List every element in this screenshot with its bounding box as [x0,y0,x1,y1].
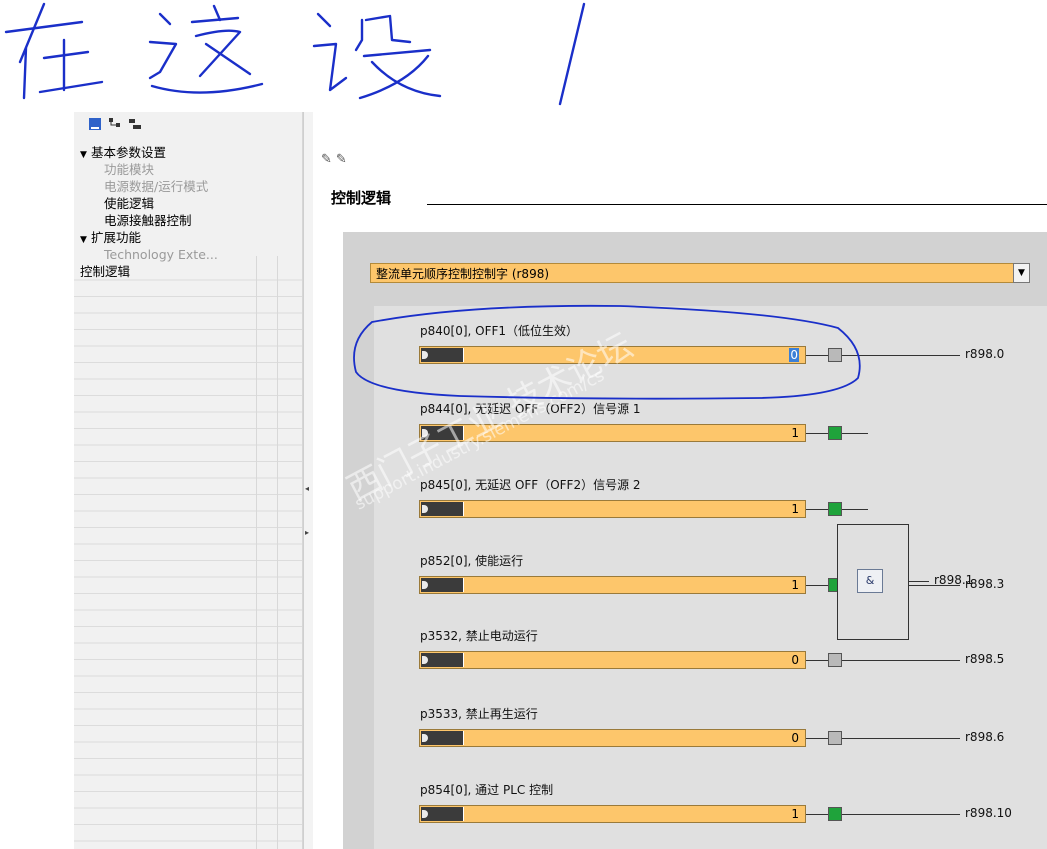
chevron-down-icon[interactable]: ▼ [1013,263,1030,283]
signal-line [806,738,828,739]
connector-value[interactable]: 0 [789,348,799,362]
tree-item-contactor-control[interactable]: 电源接触器控制 [80,212,270,229]
status-indicator [828,348,842,362]
hierarchy-icon[interactable] [108,116,122,130]
connector-input[interactable]: 0 [419,729,806,747]
title-underline [427,204,1047,205]
edit-toolbar: ✎✎ [321,152,351,167]
connector-button-icon[interactable] [421,807,464,821]
connector-value[interactable]: 0 [791,653,799,667]
connector-value[interactable]: 1 [791,502,799,516]
connector-button-icon[interactable] [421,731,464,745]
connector-value[interactable]: 1 [791,578,799,592]
param-label: p854[0], 通过 PLC 控制 [420,783,554,797]
connector-input[interactable]: 0 [419,651,806,669]
signal-line [842,355,960,356]
tree-item-label: 使能逻辑 [104,196,155,211]
tree-item-function-modules[interactable]: 功能模块 [80,161,270,178]
connector-input[interactable]: 1 [419,805,806,823]
device-icon[interactable] [88,116,102,130]
signal-line [842,814,960,815]
page-title: 控制逻辑 [331,189,392,207]
status-indicator [828,502,842,516]
tree-item-label: 功能模块 [104,162,155,177]
connector-button-icon[interactable] [421,653,464,667]
pencil-edit-icon[interactable]: ✎ [336,152,351,167]
signal-line [806,814,828,815]
handwritten-annotation [4,2,586,106]
network-icon[interactable] [128,116,142,130]
signal-line [842,660,960,661]
expand-triangle-icon[interactable]: ▼ [80,147,91,164]
output-label: r898.6 [965,730,1005,744]
connector-value[interactable]: 0 [791,731,799,745]
control-word-select-value: 整流单元顺序控制控制字 (r898) [376,267,550,281]
signal-line [806,355,828,356]
signal-line [842,433,868,434]
tree-item-power-data[interactable]: 电源数据/运行模式 [80,178,270,195]
param-label: p3533, 禁止再生运行 [420,707,538,721]
tree-grid [74,264,302,849]
pencil-icon[interactable]: ✎ [321,152,336,167]
param-label: p845[0], 无延迟 OFF（OFF2）信号源 2 [420,478,641,492]
connector-value[interactable]: 1 [791,807,799,821]
param-label: p840[0], OFF1（低位生效） [420,324,579,338]
collapse-left-arrow-icon[interactable]: ◂ [305,484,309,493]
output-label: r898.1 [934,573,974,587]
logic-frame: 整流单元顺序控制控制字 (r898) ▼ p840[0], OFF1（低位生效）… [343,232,1047,849]
tree-item-enable-logic[interactable]: 使能逻辑 [80,195,270,212]
tree-item-label: 电源数据/运行模式 [104,179,209,194]
tree-item-label: 控制逻辑 [80,264,131,279]
signal-line [842,738,960,739]
and-symbol: & [857,569,883,593]
connector-button-icon[interactable] [421,426,464,440]
output-label: r898.5 [965,652,1005,666]
tree-item-control-logic[interactable]: 控制逻辑 [80,263,270,280]
param-label: p844[0], 无延迟 OFF（OFF2）信号源 1 [420,402,641,416]
navigation-panel: ▼ 基本参数设置 功能模块 电源数据/运行模式 使能逻辑 电源接触器控制 ▼ 扩展功… [74,112,303,849]
tree-item-label: 基本参数设置 [91,145,167,160]
connector-button-icon[interactable] [421,348,464,362]
status-indicator [828,653,842,667]
expand-triangle-icon[interactable]: ▼ [80,232,91,249]
tree-item-extended-functions[interactable]: ▼ 扩展功能 [80,229,270,246]
status-indicator [828,426,842,440]
connector-value[interactable]: 1 [791,426,799,440]
param-label: p852[0], 使能运行 [420,554,524,568]
column-divider [256,256,257,849]
tree-item-label: 扩展功能 [91,230,142,245]
status-indicator [828,807,842,821]
control-word-select[interactable]: 整流单元顺序控制控制字 (r898) ▼ [370,263,1030,283]
tree-toolbar [88,114,142,132]
expand-right-arrow-icon[interactable]: ▸ [305,528,309,537]
connector-button-icon[interactable] [421,578,464,592]
signal-line [909,581,929,582]
main-content: ✎✎ 控制逻辑 整流单元顺序控制控制字 (r898) ▼ p840[0], OF… [313,112,1047,849]
connector-button-icon[interactable] [421,502,464,516]
connector-input[interactable]: 1 [419,424,806,442]
connector-input[interactable]: 1 [419,500,806,518]
output-label: r898.0 [965,347,1005,361]
connector-input[interactable]: 0 [419,346,806,364]
tree-item-label: Technology Exte... [104,247,218,262]
status-indicator [828,731,842,745]
logic-diagram: p840[0], OFF1（低位生效） 0 r898.0 p844[0], 无延迟 O… [374,306,1047,849]
and-gate: & [837,524,909,640]
navigation-tree: ▼ 基本参数设置 功能模块 电源数据/运行模式 使能逻辑 电源接触器控制 ▼ 扩展功… [80,144,270,280]
column-divider [277,256,278,849]
output-label: r898.10 [965,806,1012,820]
connector-input[interactable]: 1 [419,576,806,594]
signal-line [842,509,868,510]
signal-line [806,509,828,510]
tree-item-technology-ext[interactable]: Technology Exte... [80,246,270,263]
tree-item-label: 电源接触器控制 [104,213,192,228]
tree-item-basic-params[interactable]: ▼ 基本参数设置 [80,144,270,161]
signal-line [806,660,828,661]
signal-line [806,585,828,586]
signal-line [806,433,828,434]
param-label: p3532, 禁止电动运行 [420,629,538,643]
